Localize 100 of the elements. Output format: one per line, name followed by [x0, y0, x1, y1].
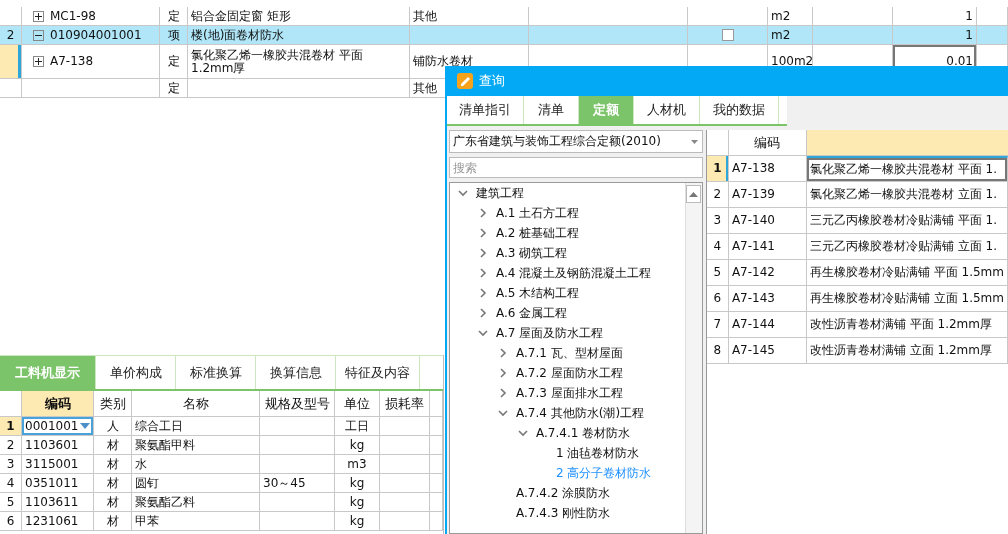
row-number: 2 — [0, 436, 22, 455]
name-cell: 聚氨酯甲料 — [132, 436, 260, 455]
code-cell: 1103611 — [22, 493, 94, 512]
row-number: 3 — [706, 208, 729, 234]
row-number: 4 — [0, 474, 22, 493]
name-cell: 聚氨酯乙料 — [132, 493, 260, 512]
tree-item[interactable]: A.7.4 其他防水(潮)工程 — [450, 403, 685, 423]
name-cell[interactable]: 三元乙丙橡胶卷材冷贴满铺 平面 1. — [806, 208, 1008, 234]
row-number: 4 — [706, 234, 729, 260]
code-cell: 1103601 — [22, 436, 94, 455]
tree-item[interactable]: A.7.4.1 卷材防水 — [450, 423, 685, 443]
column-header[interactable]: 单位 — [335, 391, 380, 417]
tree-item[interactable]: A.3 砌筑工程 — [450, 243, 685, 263]
name-cell: 铝合金固定窗 矩形 — [188, 7, 410, 26]
tree-item[interactable]: A.4 混凝土及钢筋混凝土工程 — [450, 263, 685, 283]
name-cell: 圆钉 — [132, 474, 260, 493]
type-cell: 材 — [94, 474, 132, 493]
column-header[interactable]: 损耗率 — [380, 391, 430, 417]
table-cell — [380, 493, 430, 512]
type-cell: 定 — [160, 45, 188, 79]
type-cell: 材 — [94, 512, 132, 531]
row-number: 6 — [0, 512, 22, 531]
unit-cell: kg — [335, 436, 380, 455]
table-cell — [430, 474, 443, 493]
row-number: 5 — [706, 260, 729, 286]
expand-icon[interactable] — [33, 56, 44, 67]
code-cell[interactable]: A7-138 — [728, 156, 807, 182]
tree-item[interactable]: A.7.4.2 涂膜防水 — [450, 483, 685, 503]
row-number: 3 — [0, 455, 22, 474]
name-cell: 氯化聚乙烯一橡胶共混卷材 平面 1.2mm厚 — [188, 45, 410, 79]
table-cell — [430, 512, 443, 531]
spec-cell: 30～45 — [260, 474, 335, 493]
row-number: 5 — [0, 493, 22, 512]
name-cell[interactable]: 氯化聚乙烯一橡胶共混卷材 平面 1. — [806, 156, 1008, 182]
tree-item[interactable]: A.7.4.3 刚性防水 — [450, 503, 685, 523]
tree-item[interactable]: A.7 屋面及防水工程 — [450, 323, 685, 343]
table-cell — [430, 436, 443, 455]
row-number: 1 — [706, 156, 729, 182]
column-header[interactable]: 名称 — [132, 391, 260, 417]
tree-item[interactable]: A.5 木结构工程 — [450, 283, 685, 303]
table-cell — [380, 417, 430, 436]
code-cell[interactable]: A7-141 — [728, 234, 807, 260]
dropdown-icon[interactable] — [80, 423, 90, 429]
scrollbar[interactable] — [684, 183, 702, 533]
unit-cell: kg — [335, 512, 380, 531]
unit-cell: m3 — [335, 455, 380, 474]
tree-item[interactable]: A.7.2 屋面防水工程 — [450, 363, 685, 383]
name-cell[interactable]: 再生橡胶卷材冷贴满铺 平面 1.5mm — [806, 260, 1008, 286]
collapse-icon[interactable] — [33, 29, 44, 41]
column-header[interactable]: 编码 — [22, 391, 94, 417]
name-cell: 甲苯 — [132, 512, 260, 531]
unit-cell: 工日 — [335, 417, 380, 436]
code-cell[interactable]: A7-142 — [728, 260, 807, 286]
pencil-icon — [457, 73, 473, 89]
expand-icon[interactable] — [33, 10, 44, 22]
code-cell[interactable]: A7-139 — [728, 182, 807, 208]
search-field[interactable]: 搜索 — [449, 157, 703, 178]
code-cell: 0351011 — [22, 474, 94, 493]
table-cell — [380, 474, 430, 493]
row-number: 8 — [706, 338, 729, 364]
tree-item[interactable]: A.2 桩基础工程 — [450, 223, 685, 243]
code-cell[interactable]: A7-144 — [728, 312, 807, 338]
unit-cell: kg — [335, 493, 380, 512]
table-header — [0, 391, 22, 417]
tree-item[interactable]: 建筑工程 — [450, 183, 685, 203]
table-cell — [430, 455, 443, 474]
name-cell[interactable]: 改性沥青卷材满铺 平面 1.2mm厚 — [806, 312, 1008, 338]
type-cell: 项 — [160, 26, 188, 45]
tree-item[interactable]: A.1 土石方工程 — [450, 203, 685, 223]
scroll-up-icon[interactable] — [686, 185, 702, 203]
column-header[interactable]: 规格及型号 — [260, 391, 335, 417]
checkbox[interactable] — [721, 29, 734, 41]
code-cell[interactable]: A7-145 — [728, 338, 807, 364]
name-cell[interactable]: 三元乙丙橡胶卷材冷贴满铺 立面 1. — [806, 234, 1008, 260]
name-cell: 楼(地)面卷材防水 — [188, 26, 410, 45]
tree-item[interactable]: A.7.1 瓦、型材屋面 — [450, 343, 685, 363]
column-header[interactable]: 类别 — [94, 391, 132, 417]
library-select[interactable]: 广东省建筑与装饰工程综合定额(2010) — [449, 130, 703, 153]
code-cell: 3115001 — [22, 455, 94, 474]
table-cell — [430, 417, 443, 436]
type-cell: 定 — [160, 79, 188, 98]
code-cell[interactable]: A7-143 — [728, 286, 807, 312]
table-cell — [380, 512, 430, 531]
table-cell — [380, 455, 430, 474]
tree-item[interactable]: A.6 金属工程 — [450, 303, 685, 323]
tree-item[interactable]: A.7.3 屋面排水工程 — [450, 383, 685, 403]
row-number: 1 — [0, 417, 22, 436]
table-cell — [977, 26, 1008, 45]
row-number: 6 — [706, 286, 729, 312]
unit-cell: m2 — [768, 26, 813, 45]
code-cell[interactable]: A7-140 — [728, 208, 807, 234]
code-cell: MC1-98 — [22, 7, 160, 26]
tree-item[interactable]: 1 油毡卷材防水 — [450, 443, 685, 463]
name-cell[interactable]: 改性沥青卷材满铺 立面 1.2mm厚 — [806, 338, 1008, 364]
quantity-cell: 1 — [893, 26, 977, 45]
code-cell: 1231061 — [22, 512, 94, 531]
quantity-cell: 1 — [893, 7, 977, 26]
name-cell[interactable]: 再生橡胶卷材冷贴满铺 立面 1.5mm — [806, 286, 1008, 312]
name-cell[interactable]: 氯化聚乙烯一橡胶共混卷材 立面 1. — [806, 182, 1008, 208]
unit-cell: m2 — [768, 7, 813, 26]
